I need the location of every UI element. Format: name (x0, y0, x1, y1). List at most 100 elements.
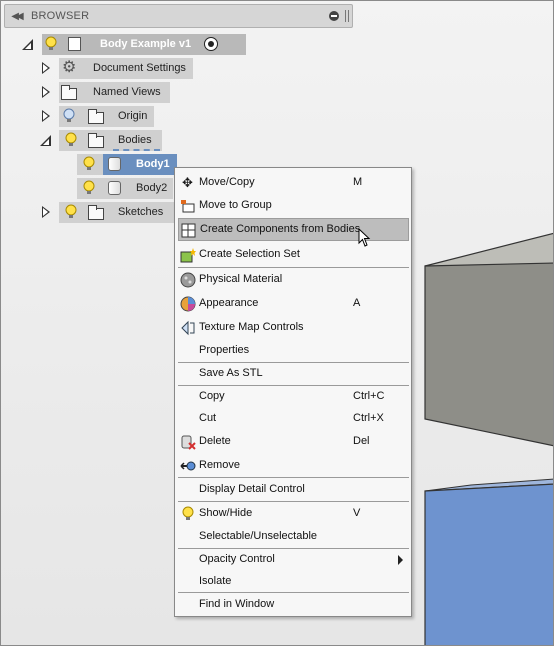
context-menu: ✥ Move/Copy M Move to Group Create Compo… (174, 167, 412, 617)
menu-item-move-copy[interactable]: ✥ Move/Copy M (178, 171, 409, 194)
appearance-icon (179, 295, 196, 312)
lightbulb-icon (179, 505, 196, 522)
mouse-cursor-icon (358, 228, 371, 247)
menu-label: Cut (199, 412, 217, 424)
activate-radio-icon[interactable] (204, 37, 218, 51)
gray-box-front (424, 262, 553, 447)
create-components-icon (180, 222, 197, 239)
menu-item-move-to-group[interactable]: Move to Group (178, 194, 409, 217)
menu-item-isolate[interactable]: Isolate (178, 570, 409, 593)
tree-item-bodies[interactable]: Bodies (39, 130, 169, 151)
menu-item-texture-map-controls[interactable]: Texture Map Controls (178, 316, 409, 339)
menu-label: Appearance (199, 297, 259, 309)
document-settings-label: Document Settings (93, 62, 186, 74)
expand-icon[interactable] (39, 205, 53, 219)
menu-label: Properties (199, 344, 250, 356)
remove-icon (179, 457, 196, 474)
bodies-label: Bodies (118, 134, 152, 146)
minimize-icon[interactable] (329, 11, 339, 21)
lightbulb-icon[interactable] (83, 180, 95, 196)
dashed-underline (113, 149, 160, 151)
menu-item-selectable-unselectable[interactable]: Selectable/Unselectable (178, 525, 409, 548)
menu-label: Opacity Control (199, 553, 275, 565)
lightbulb-off-icon[interactable] (63, 108, 75, 124)
menu-item-find-in-window[interactable]: Find in Window (178, 593, 409, 616)
lightbulb-icon[interactable] (65, 204, 77, 220)
menu-label: Delete (199, 435, 231, 447)
component-icon (68, 37, 81, 51)
menu-label: Texture Map Controls (199, 321, 304, 333)
tree-item-origin[interactable]: Origin (39, 106, 159, 127)
panel-grip-icon[interactable] (345, 10, 349, 22)
menu-item-create-components-from-bodies[interactable]: Create Components from Bodies (178, 218, 409, 241)
menu-item-opacity-control[interactable]: Opacity Control (178, 548, 409, 571)
tree-item-body2[interactable]: Body2 (77, 178, 177, 199)
tree-item-sketches[interactable]: Sketches (39, 202, 179, 223)
tree-item-document-settings[interactable]: ⚙ Document Settings (39, 58, 199, 79)
tree-root-row[interactable]: Body Example v1 (21, 34, 246, 55)
folder-icon (88, 109, 104, 124)
blue-box-front (424, 483, 553, 645)
expand-icon[interactable] (39, 85, 53, 99)
menu-shortcut: Del (353, 435, 370, 447)
menu-item-save-as-stl[interactable]: Save As STL (178, 362, 409, 385)
collapse-icon[interactable] (39, 133, 53, 147)
menu-item-display-detail-control[interactable]: Display Detail Control (178, 478, 409, 501)
move-icon: ✥ (182, 174, 193, 190)
material-icon (179, 271, 196, 288)
browser-header: ◀◀ BROWSER (4, 4, 353, 28)
expand-icon[interactable] (39, 109, 53, 123)
menu-shortcut: Ctrl+X (353, 412, 384, 424)
menu-item-create-selection-set[interactable]: Create Selection Set (178, 243, 409, 266)
texture-map-icon (179, 319, 196, 336)
menu-item-show-hide[interactable]: Show/Hide V (178, 502, 409, 525)
submenu-arrow-icon (398, 555, 403, 565)
menu-label: Display Detail Control (199, 483, 305, 495)
expand-icon[interactable] (39, 61, 53, 75)
menu-shortcut: V (353, 507, 361, 519)
menu-item-copy[interactable]: Copy Ctrl+C (178, 385, 409, 408)
folder-icon (88, 205, 104, 220)
root-label: Body Example v1 (100, 38, 192, 50)
menu-shortcut: A (353, 297, 361, 309)
menu-shortcut: M (353, 176, 363, 188)
expand-collapse-icon[interactable] (21, 37, 35, 51)
menu-item-physical-material[interactable]: Physical Material (178, 268, 409, 291)
menu-item-cut[interactable]: Cut Ctrl+X (178, 407, 409, 430)
menu-label: Create Components from Bodies (200, 223, 361, 235)
body2-label: Body2 (136, 182, 168, 194)
lightbulb-icon[interactable] (65, 132, 77, 148)
folder-move-icon (179, 197, 196, 214)
menu-item-properties[interactable]: Properties (178, 339, 409, 362)
menu-label: Remove (199, 459, 240, 471)
menu-label: Physical Material (199, 273, 283, 285)
canvas-viewport[interactable]: ◀◀ BROWSER Body Example v1 ⚙ Document Se… (0, 0, 554, 646)
menu-label: Save As STL (199, 367, 263, 379)
body-icon (108, 181, 121, 195)
sketches-label: Sketches (118, 206, 164, 218)
menu-item-appearance[interactable]: Appearance A (178, 292, 409, 315)
tree-item-body1[interactable]: Body1 (77, 154, 177, 175)
menu-label: Selectable/Unselectable (199, 530, 318, 542)
menu-label: Isolate (199, 575, 232, 587)
lightbulb-icon[interactable] (83, 156, 95, 172)
tree-item-named-views[interactable]: Named Views (39, 82, 179, 103)
lightbulb-icon[interactable] (45, 36, 57, 52)
menu-item-remove[interactable]: Remove (178, 454, 409, 477)
gear-icon: ⚙ (62, 59, 77, 76)
browser-title: BROWSER (31, 10, 90, 22)
origin-label: Origin (118, 110, 148, 122)
menu-label: Create Selection Set (199, 248, 300, 260)
selection-set-icon (179, 246, 196, 263)
body-icon (108, 157, 121, 171)
named-views-label: Named Views (93, 86, 161, 98)
folder-icon (61, 85, 77, 100)
menu-label: Find in Window (199, 598, 275, 610)
menu-shortcut: Ctrl+C (353, 390, 385, 402)
menu-label: Copy (199, 390, 225, 402)
collapse-panel-icon[interactable]: ◀◀ (5, 5, 27, 27)
menu-item-delete[interactable]: Delete Del (178, 430, 409, 453)
delete-icon (179, 433, 196, 450)
menu-label: Move to Group (199, 199, 272, 211)
menu-label: Move/Copy (199, 176, 255, 188)
